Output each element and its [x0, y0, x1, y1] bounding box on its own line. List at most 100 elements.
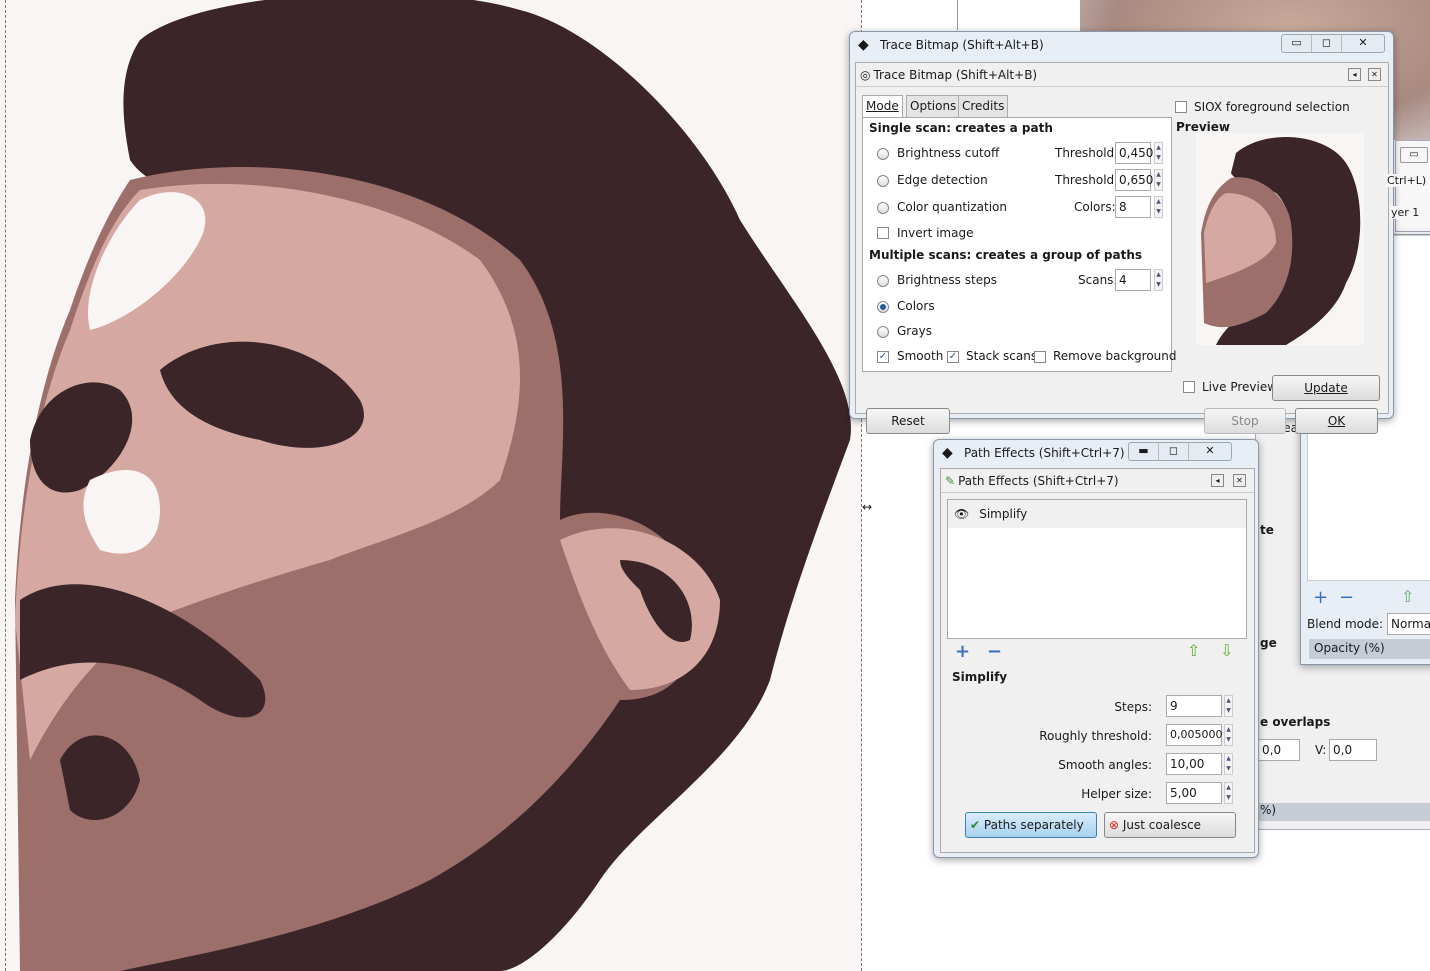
- grays-radio[interactable]: [877, 326, 889, 338]
- maximize-button[interactable]: ◻: [1159, 443, 1189, 460]
- threshold-label: Roughly threshold:: [1039, 729, 1152, 743]
- colors-radio[interactable]: [877, 301, 889, 313]
- te-fragment: te: [1260, 523, 1274, 537]
- reset-button[interactable]: Reset: [866, 408, 950, 434]
- threshold-label: Threshold:: [1055, 173, 1119, 187]
- dock-collapse-button[interactable]: ◂: [1348, 68, 1361, 81]
- check-circle-icon: ✔: [970, 818, 981, 832]
- tab-credits[interactable]: Credits: [958, 95, 1009, 117]
- colors-label: Colors:: [1074, 200, 1116, 214]
- spin-arrows[interactable]: ▲ ▼: [1224, 782, 1233, 804]
- v-field[interactable]: 0,0: [1329, 739, 1377, 761]
- blend-mode-select[interactable]: Normal: [1387, 613, 1430, 635]
- siox-checkbox[interactable]: [1175, 101, 1187, 113]
- edge-detection-radio[interactable]: [877, 175, 889, 187]
- smooth-angles-field[interactable]: 10,00: [1166, 753, 1222, 775]
- nose-shape: [83, 470, 160, 554]
- update-button[interactable]: Update: [1272, 375, 1380, 401]
- path-effects-window: ◆ Path Effects (Shift+Ctrl+7) ▬ ◻ ✕ ✎ Path E…: [933, 439, 1259, 858]
- window-controls: ▭ ◻ ✕: [1281, 34, 1385, 53]
- traced-portrait[interactable]: [0, 0, 862, 971]
- move-down-icon[interactable]: ⇩: [1220, 641, 1233, 660]
- spin-arrows[interactable]: ▲ ▼: [1154, 142, 1163, 164]
- spin-arrows[interactable]: ▲ ▼: [1224, 695, 1233, 717]
- brightness-threshold-field[interactable]: 0,450: [1115, 142, 1153, 164]
- edge-detection-label: Edge detection: [897, 173, 988, 187]
- resize-handle-icon[interactable]: ↔: [862, 500, 872, 514]
- scans-label: Scans:: [1078, 273, 1118, 287]
- helper-size-field[interactable]: 5,00: [1166, 782, 1222, 804]
- stack-scans-checkbox[interactable]: ✓: [947, 351, 959, 363]
- remove-effect-icon[interactable]: −: [987, 641, 1002, 662]
- spin-arrows[interactable]: ▲ ▼: [1224, 753, 1233, 775]
- h-field[interactable]: 0,0: [1258, 739, 1300, 761]
- effect-item-simplify[interactable]: 👁 Simplify: [948, 500, 1246, 528]
- close-button[interactable]: ✕: [1189, 443, 1231, 460]
- color-quantization-radio[interactable]: [877, 202, 889, 214]
- spin-arrows[interactable]: ▲ ▼: [1154, 169, 1163, 191]
- edge-threshold-field[interactable]: 0,650: [1115, 169, 1153, 191]
- single-scan-heading: Single scan: creates a path: [869, 121, 1053, 135]
- invert-image-checkbox[interactable]: [877, 227, 889, 239]
- mode-panel: Single scan: creates a path Brightness c…: [862, 117, 1177, 372]
- eye-visibility-icon[interactable]: 👁: [954, 507, 969, 521]
- smooth-checkbox[interactable]: ✓: [877, 351, 889, 363]
- add-layer-icon[interactable]: +: [1313, 587, 1328, 608]
- helper-size-label: Helper size:: [1081, 787, 1152, 801]
- live-preview-checkbox[interactable]: [1183, 381, 1195, 393]
- dock-title: Path Effects (Shift+Ctrl+7): [958, 473, 1119, 488]
- minimize-button[interactable]: ▬: [1129, 443, 1159, 460]
- paths-separately-button[interactable]: ✔ Paths separately: [965, 812, 1097, 838]
- close-button[interactable]: ✕: [1342, 35, 1384, 52]
- stack-scans-label: Stack scans: [966, 349, 1038, 363]
- minimize-button[interactable]: ▭: [1282, 35, 1312, 52]
- ok-button[interactable]: OK: [1295, 408, 1378, 434]
- scans-field[interactable]: 4: [1115, 269, 1151, 291]
- threshold-label: Threshold:: [1055, 146, 1119, 160]
- inkscape-icon: ◆: [942, 445, 953, 461]
- drawing-canvas[interactable]: [0, 0, 862, 971]
- live-preview-label: Live Preview: [1202, 380, 1278, 394]
- invert-image-label: Invert image: [897, 226, 974, 240]
- brightness-steps-label: Brightness steps: [897, 273, 997, 287]
- brightness-cutoff-label: Brightness cutoff: [897, 146, 1000, 160]
- spin-arrows[interactable]: ▲ ▼: [1154, 196, 1163, 218]
- trace-bitmap-window: ◆ Trace Bitmap (Shift+Alt+B) ▭ ◻ ✕ ◎ Trace B…: [849, 31, 1394, 434]
- steps-label: Steps:: [1114, 700, 1152, 714]
- grays-option-label: Grays: [897, 324, 932, 338]
- stop-button[interactable]: Stop: [1204, 408, 1286, 434]
- just-coalesce-button[interactable]: ⊗ Just coalesce: [1104, 812, 1236, 838]
- remove-background-checkbox[interactable]: [1034, 351, 1046, 363]
- raise-to-top-icon[interactable]: ⇧: [1401, 587, 1414, 606]
- add-effect-icon[interactable]: +: [955, 641, 970, 662]
- threshold-field[interactable]: 0,005000: [1166, 724, 1223, 746]
- preview-heading: Preview: [1176, 120, 1231, 134]
- brightness-steps-radio[interactable]: [877, 275, 889, 287]
- minimize-button[interactable]: ▭: [1400, 147, 1428, 163]
- dock-close-button[interactable]: ✕: [1368, 68, 1381, 81]
- maximize-button[interactable]: ◻: [1312, 35, 1342, 52]
- move-up-icon[interactable]: ⇧: [1187, 641, 1200, 660]
- path-effects-icon: ✎: [945, 473, 956, 488]
- spin-arrows[interactable]: ▲ ▼: [1154, 269, 1163, 291]
- color-quantization-label: Color quantization: [897, 200, 1008, 214]
- remove-layer-icon[interactable]: −: [1339, 587, 1354, 608]
- tab-mode[interactable]: Mode: [862, 95, 903, 118]
- dock-collapse-button[interactable]: ◂: [1211, 474, 1224, 487]
- effects-list[interactable]: 👁 Simplify: [947, 499, 1247, 639]
- ge-fragment: ge: [1260, 636, 1277, 650]
- trace-icon: ◎: [860, 67, 871, 82]
- spin-arrows[interactable]: ▲ ▼: [1224, 724, 1233, 746]
- colors-option-label: Colors: [897, 299, 935, 313]
- opacity-slider[interactable]: Opacity (%): [1309, 639, 1430, 659]
- brightness-cutoff-radio[interactable]: [877, 148, 889, 160]
- colors-field[interactable]: 8: [1115, 196, 1151, 218]
- section-heading: Simplify: [952, 670, 1008, 684]
- dock-close-button[interactable]: ✕: [1233, 474, 1246, 487]
- smooth-angles-label: Smooth angles:: [1058, 758, 1152, 772]
- percent-bar: %): [1256, 803, 1430, 821]
- preview-image: [1196, 133, 1364, 345]
- tab-options[interactable]: Options: [906, 95, 961, 117]
- multiple-scans-heading: Multiple scans: creates a group of paths: [869, 248, 1143, 262]
- steps-field[interactable]: 9: [1166, 695, 1222, 717]
